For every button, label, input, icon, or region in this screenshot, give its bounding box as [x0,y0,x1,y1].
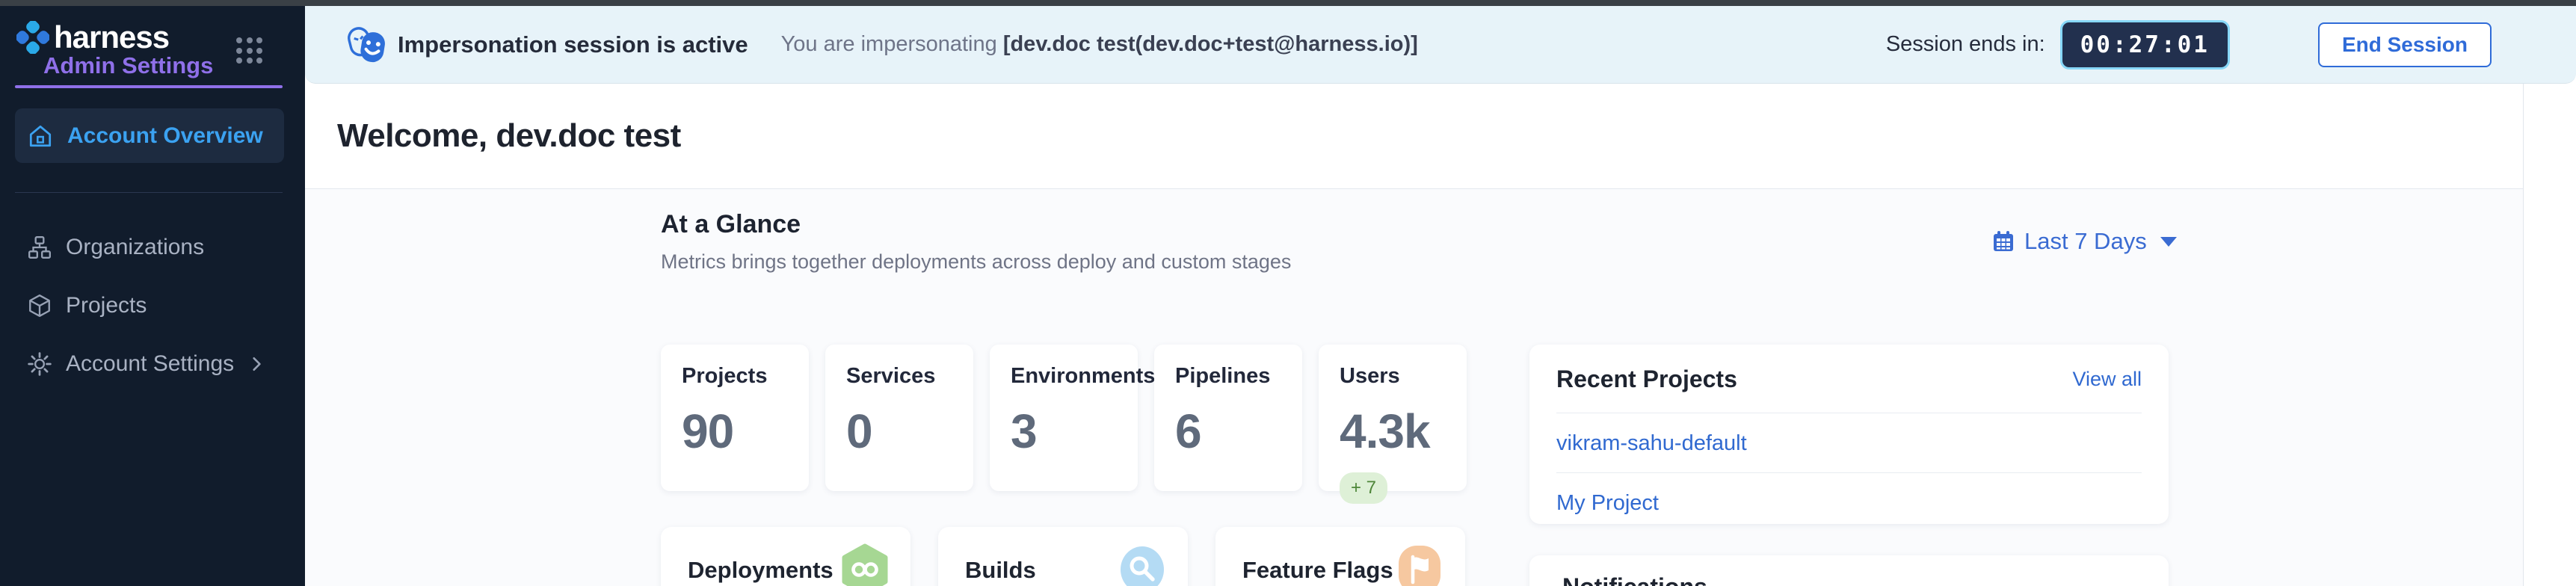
cube-icon [27,293,52,318]
sidebar-item-organizations[interactable]: Organizations [15,220,284,274]
impersonation-masks-icon [344,22,389,67]
view-all-link[interactable]: View all [2072,368,2142,391]
at-a-glance-subtitle: Metrics brings together deployments acro… [661,250,1291,274]
metric-value: 0 [846,404,952,459]
sidebar-item-label: Account Overview [67,123,263,149]
sidebar: harness Admin Settings Account Overview … [0,6,305,586]
ci-builds-icon [1118,543,1167,586]
harness-logo[interactable]: harness [16,19,169,55]
session-ends-label: Session ends in: [1886,32,2045,57]
module-card-deployments[interactable]: Deployments [661,527,910,586]
metric-card-pipelines: Pipelines 6 [1154,345,1302,491]
at-a-glance-title: At a Glance [661,210,801,239]
gear-icon [27,351,52,377]
page-header: Welcome, dev.doc test [305,84,2523,189]
module-card-feature-flags[interactable]: Feature Flags [1215,527,1465,586]
banner-title: Impersonation session is active [398,31,748,58]
logo-text: harness [54,19,169,55]
main-content: At a Glance Metrics brings together depl… [305,189,2523,586]
module-grid-icon[interactable] [236,37,263,64]
chevron-right-icon [248,356,265,372]
home-icon [27,123,54,149]
sidebar-item-projects[interactable]: Projects [15,278,284,333]
notifications-title: Notifications [1562,573,1707,586]
session-timer: 00:27:01 [2060,20,2230,70]
metric-value: 6 [1175,404,1281,459]
metric-value: 3 [1011,404,1117,459]
recent-projects-header: Recent Projects View all [1556,366,2142,393]
sidebar-item-label: Projects [66,293,147,318]
users-growth-badge: + 7 [1340,472,1387,504]
metric-label: Pipelines [1175,364,1281,389]
metric-card-environments: Environments 3 [990,345,1138,491]
metric-card-users: Users 4.3k + 7 [1319,345,1467,491]
window-top-strip [0,0,2576,6]
feature-flags-icon [1395,543,1444,586]
module-card-label: Deployments [688,557,833,584]
metric-label: Users [1340,364,1446,389]
metric-value: 90 [682,404,788,459]
metric-label: Environments [1011,364,1117,389]
impersonation-banner: Impersonation session is active You are … [305,6,2576,84]
recent-projects-title: Recent Projects [1556,366,1737,393]
calendar-icon [1991,229,2015,253]
project-link[interactable]: vikram-sahu-default [1556,413,2142,472]
metric-card-projects: Projects 90 [661,345,809,491]
metric-value: 4.3k [1340,404,1446,459]
welcome-heading: Welcome, dev.doc test [337,117,681,155]
module-card-builds[interactable]: Builds [938,527,1188,586]
metric-label: Services [846,364,952,389]
sidebar-item-label: Organizations [66,235,204,260]
sidebar-divider [15,192,283,193]
module-card-label: Feature Flags [1242,557,1393,584]
banner-session-controls: Session ends in: 00:27:01 End Session [1886,20,2492,70]
cd-deployments-icon [840,543,890,586]
impersonated-user: [dev.doc test(dev.doc+test@harness.io)] [1003,32,1418,56]
module-accent-underline [15,85,283,88]
module-card-label: Builds [965,557,1036,584]
organizations-icon [27,235,52,260]
date-range-selector[interactable]: Last 7 Days [1991,228,2177,255]
date-range-label: Last 7 Days [2024,228,2147,255]
notifications-panel: Notifications [1529,555,2169,586]
metric-label: Projects [682,364,788,389]
app-root: harness Admin Settings Account Overview … [0,0,2576,586]
module-label: Admin Settings [43,52,213,79]
sidebar-item-account-settings[interactable]: Account Settings [15,336,284,391]
chevron-down-icon [2160,237,2177,247]
metric-card-services: Services 0 [825,345,973,491]
sidebar-item-account-overview[interactable]: Account Overview [15,108,284,163]
sidebar-item-label: Account Settings [66,351,234,377]
banner-subtitle-prefix: You are impersonating [781,32,1003,56]
scroll-gutter [2523,84,2576,586]
recent-projects-panel: Recent Projects View all vikram-sahu-def… [1529,345,2169,524]
banner-subtitle: You are impersonating [dev.doc test(dev.… [781,32,1418,57]
project-link[interactable]: My Project [1556,473,2142,532]
harness-logo-icon [16,21,49,54]
end-session-button[interactable]: End Session [2318,22,2492,67]
